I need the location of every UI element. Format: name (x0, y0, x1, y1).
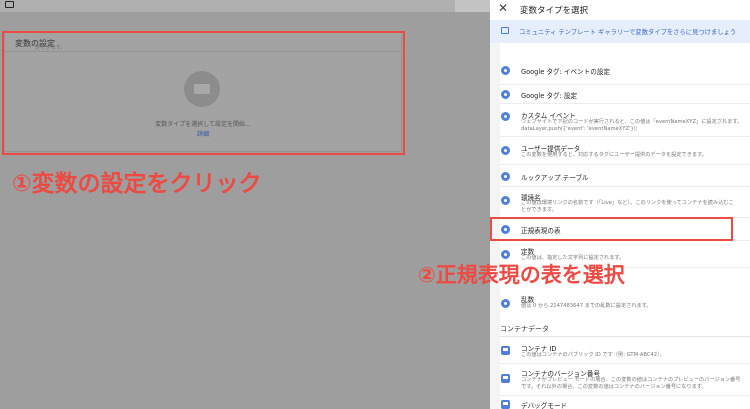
list-item-google-tag-config[interactable]: Google タグ: 設定 (500, 85, 750, 104)
list-item-environment-name[interactable]: 環境名 この値は環境リンクの名前です（「Live」など）。このリンクを使ってコン… (500, 187, 750, 218)
top-bar-tab[interactable] (455, 0, 490, 12)
item-title: Google タグ: イベントの設定 (521, 68, 611, 76)
constant-icon (501, 250, 510, 259)
highlight-regex-table (490, 217, 733, 241)
annotation-step-2: ②正規表現の表を選択 (418, 263, 625, 287)
section-heading-container-data: コンテナデータ (500, 325, 549, 333)
folder-icon[interactable] (5, 1, 14, 8)
list-item-custom-event[interactable]: カスタム イベント ウェブサイトで下記のコードが実行されると、この値は「even… (500, 104, 750, 137)
highlight-variable-settings (2, 31, 405, 155)
tag-icon (501, 90, 510, 99)
item-description: この変数を使用すると、対応するタグにユーザー提供のデータを設定できます。 (521, 152, 707, 158)
item-description: この値はコンテナのパブリック ID です（例: GTM-ABC42）。 (521, 352, 665, 358)
community-gallery-banner[interactable]: コミュニティ テンプレート ギャラリーで変数タイプをさらに見つけましょう (490, 20, 750, 43)
panel-header: ✕ 変数タイプを選択 (490, 0, 750, 20)
user-data-icon (501, 146, 510, 155)
tag-icon (501, 66, 510, 75)
event-icon (501, 112, 510, 121)
environment-icon (501, 196, 510, 205)
item-description: 値は 0 から 2147483647 までの乱数に設定されます。 (521, 303, 652, 309)
template-icon (501, 27, 509, 34)
container-icon (501, 400, 510, 409)
item-title: デバッグモード (521, 402, 568, 409)
item-description-2: です。それ以外の場合、この変数の値はコンテナのバージョン番号になります。 (521, 384, 707, 390)
container-icon (501, 374, 510, 383)
panel-title: 変数タイプを選択 (520, 6, 589, 16)
list-item-container-version[interactable]: コンテナのバージョン番号 コンテナがプレビュー モードの場合、この変数の値はコン… (500, 364, 750, 396)
list-item-lookup-table[interactable]: ルックアップ テーブル (500, 165, 750, 187)
item-title: ルックアップ テーブル (521, 174, 589, 182)
item-description-2: とができます。 (521, 207, 557, 213)
annotation-step-1: ①変数の設定をクリック (12, 171, 262, 197)
list-item-random-number[interactable]: 乱数 値は 0 から 2147483647 までの乱数に設定されます。 (500, 290, 750, 316)
container-icon (501, 346, 510, 355)
list-item-google-tag-event[interactable]: Google タグ: イベントの設定 (500, 60, 750, 85)
list-item-debug-mode[interactable]: デバッグモード (500, 396, 750, 409)
top-bar (0, 0, 490, 12)
item-description-2: dataLayer.push({'event': 'eventNameXYZ'}… (521, 126, 638, 132)
list-item-container-id[interactable]: コンテナ ID この値はコンテナのパブリック ID です（例: GTM-ABC4… (500, 337, 750, 364)
item-description: ウェブサイトで下記のコードが実行されると、この値は「eventNameXYZ」に… (521, 119, 743, 125)
lookup-table-icon (501, 172, 510, 181)
random-number-icon (501, 299, 510, 308)
item-title: Google タグ: 設定 (521, 92, 578, 100)
banner-text[interactable]: コミュニティ テンプレート ギャラリーで変数タイプをさらに見つけましょう (519, 27, 736, 36)
list-item-user-provided-data[interactable]: ユーザー提供データ この変数を使用すると、対応するタグにユーザー提供のデータを設… (500, 137, 750, 165)
item-description: コンテナがプレビュー モードの場合、この変数の値はコンテナのプレビューのバージョ… (521, 377, 741, 383)
close-icon[interactable]: ✕ (498, 1, 508, 15)
item-description: この値は環境リンクの名前です（「Live」など）。このリンクを使ってコンテナを読… (521, 200, 734, 206)
